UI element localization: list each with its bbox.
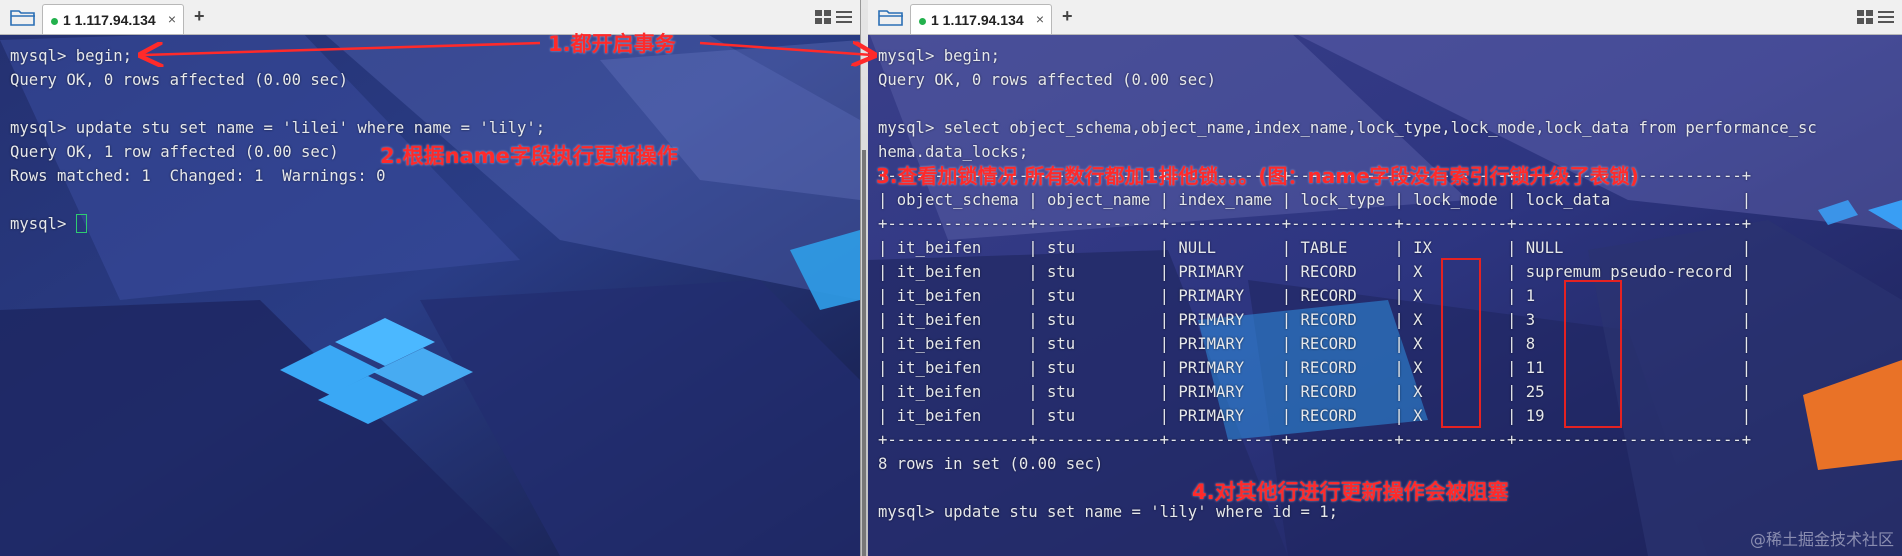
left-tab-bar: 1 1.117.94.134 × + <box>0 0 860 35</box>
folder-icon[interactable] <box>878 8 904 26</box>
right-tab-bar: 1 1.117.94.134 × + <box>868 0 1902 35</box>
terminal-line: mysql> select object_schema,object_name,… <box>878 119 1817 137</box>
table-row: | it_beifen | stu | PRIMARY | RECORD | X… <box>878 383 1752 401</box>
session-tab[interactable]: 1 1.117.94.134 × <box>910 4 1052 34</box>
left-terminal[interactable]: mysql> begin; Query OK, 0 rows affected … <box>0 35 860 556</box>
right-terminal-output: mysql> begin; Query OK, 0 rows affected … <box>878 44 1817 524</box>
annotation-step-2: 2.根据name字段执行更新操作 <box>380 144 678 168</box>
connected-status-icon <box>51 18 58 25</box>
terminal-line: Query OK, 0 rows affected (0.00 sec) <box>878 71 1216 89</box>
table-row: | it_beifen | stu | PRIMARY | RECORD | X… <box>878 407 1752 425</box>
prompt-text: mysql> <box>10 215 76 233</box>
table-row: | it_beifen | stu | PRIMARY | RECORD | X… <box>878 335 1752 353</box>
right-terminal-pane: 1 1.117.94.134 × + mysql> begin; Query O… <box>868 0 1902 556</box>
table-row: | it_beifen | stu | PRIMARY | RECORD | X… <box>878 287 1752 305</box>
text-cursor <box>75 214 87 233</box>
close-tab-icon[interactable]: × <box>1036 11 1044 27</box>
table-row: | it_beifen | stu | PRIMARY | RECORD | X… <box>878 311 1752 329</box>
layout-grid-icon[interactable] <box>814 8 854 26</box>
connected-status-icon <box>919 18 926 25</box>
left-terminal-pane: 1 1.117.94.134 × + mysql> begin; Query O… <box>0 0 860 556</box>
annotation-step-4: 4.对其他行进行更新操作会被阻塞 <box>1192 480 1509 504</box>
folder-icon[interactable] <box>10 8 36 26</box>
close-tab-icon[interactable]: × <box>168 11 176 27</box>
session-tab[interactable]: 1 1.117.94.134 × <box>42 4 184 34</box>
terminal-line: 8 rows in set (0.00 sec) <box>878 455 1104 473</box>
annotation-step-1: 1.都开启事务 <box>548 32 676 56</box>
lock-mode-highlight-box <box>1441 258 1481 428</box>
add-tab-button[interactable]: + <box>1062 6 1073 27</box>
tab-label: 1 1.117.94.134 <box>931 12 1024 28</box>
terminal-line: mysql> update stu set name = 'lilei' whe… <box>10 119 546 137</box>
terminal-line: mysql> begin; <box>10 47 133 65</box>
watermark: @稀土掘金技术社区 <box>1749 530 1894 549</box>
table-row: | it_beifen | stu | PRIMARY | RECORD | X… <box>878 263 1752 281</box>
tab-label: 1 1.117.94.134 <box>63 12 156 28</box>
terminal-line: Query OK, 0 rows affected (0.00 sec) <box>10 71 348 89</box>
table-border-line: +---------------+-------------+---------… <box>878 431 1752 449</box>
table-header-row: | object_schema | object_name | index_na… <box>878 191 1752 209</box>
annotation-step-3: 3.查看加锁情况 所有数行都加1排他锁。。。(图：name字段没有索引行锁升级了… <box>876 164 1639 188</box>
table-border-line: +---------------+-------------+---------… <box>878 215 1752 233</box>
terminal-line: mysql> begin; <box>878 47 1001 65</box>
lock-data-highlight-box <box>1564 280 1622 428</box>
terminal-prompt-line[interactable]: mysql> <box>10 212 545 236</box>
add-tab-button[interactable]: + <box>194 6 205 27</box>
layout-grid-icon[interactable] <box>1856 8 1896 26</box>
table-row: | it_beifen | stu | NULL | TABLE | IX | … <box>878 239 1752 257</box>
table-row: | it_beifen | stu | PRIMARY | RECORD | X… <box>878 359 1752 377</box>
pane-splitter-scrollbar[interactable] <box>862 150 866 556</box>
